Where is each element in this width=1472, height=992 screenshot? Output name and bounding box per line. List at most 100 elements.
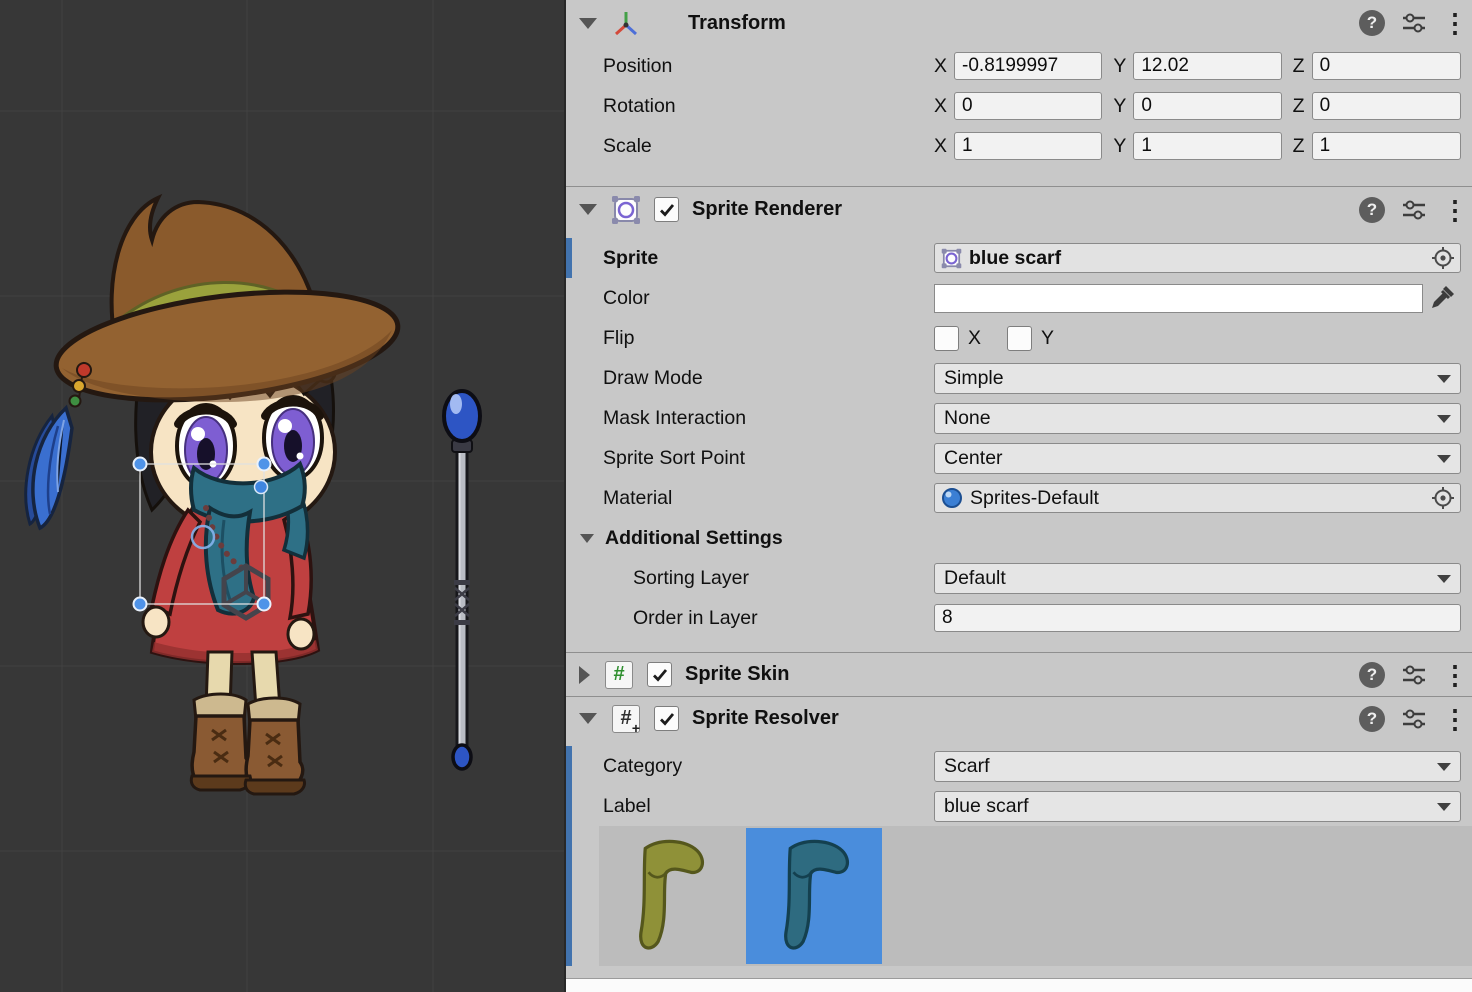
foldout-open-icon[interactable] (579, 204, 597, 215)
eyedropper-icon[interactable] (1423, 283, 1461, 314)
asset-preview-bar (566, 978, 1472, 992)
sprite-renderer-icon (610, 194, 642, 226)
kebab-menu-icon[interactable]: ⋮ (1442, 706, 1456, 732)
scene-canvas[interactable] (0, 0, 564, 992)
additional-settings-label: Additional Settings (605, 527, 783, 550)
label-dropdown[interactable]: blue scarf (934, 791, 1461, 822)
draw-mode-label: Draw Mode (566, 367, 934, 390)
material-object-field[interactable]: Sprites-Default (934, 483, 1461, 513)
sprite-sort-point-label: Sprite Sort Point (566, 447, 934, 470)
help-icon[interactable]: ? (1359, 662, 1385, 688)
material-icon (941, 487, 963, 509)
foldout-open-icon[interactable] (579, 18, 597, 29)
flip-x-label: X (968, 327, 981, 350)
preset-icon[interactable] (1401, 12, 1427, 34)
chevron-down-icon (1437, 415, 1451, 423)
chevron-down-icon (1437, 455, 1451, 463)
color-row: Color (566, 278, 1472, 318)
kebab-menu-icon[interactable]: ⋮ (1442, 197, 1456, 223)
rotation-x-input[interactable] (954, 92, 1102, 120)
sorting-layer-row: Sorting Layer Default (566, 558, 1472, 598)
character-sprite (26, 198, 404, 794)
enable-checkbox[interactable] (654, 197, 679, 222)
x-axis-label: X (934, 95, 947, 118)
color-label: Color (566, 287, 934, 310)
position-x-input[interactable] (954, 52, 1102, 80)
preset-icon[interactable] (1401, 664, 1427, 686)
scale-z-input[interactable] (1312, 132, 1461, 160)
scale-x-input[interactable] (954, 132, 1102, 160)
help-icon[interactable]: ? (1359, 706, 1385, 732)
scale-label: Scale (566, 135, 934, 158)
mask-interaction-row: Mask Interaction None (566, 398, 1472, 438)
sprite-resolver-icon: #+ (610, 703, 642, 735)
position-z-input[interactable] (1312, 52, 1461, 80)
scene-view[interactable] (0, 0, 564, 992)
sprite-renderer-header: Sprite Renderer ? ⋮ (566, 186, 1472, 232)
resolver-selection-indicator (566, 746, 572, 966)
green-scarf-thumbnail[interactable] (601, 828, 737, 964)
flip-label: Flip (566, 327, 934, 350)
sorting-layer-label: Sorting Layer (566, 567, 934, 590)
right-eye (264, 397, 322, 479)
object-picker-icon[interactable] (1431, 486, 1455, 510)
foldout-closed-icon[interactable] (579, 666, 590, 684)
kebab-menu-icon[interactable]: ⋮ (1442, 662, 1456, 688)
sprite-skin-header: # Sprite Skin ? ⋮ (566, 652, 1472, 696)
category-row: Category Scarf (566, 746, 1472, 786)
x-axis-label: X (934, 55, 947, 78)
position-y-input[interactable] (1133, 52, 1281, 80)
foldout-open-icon[interactable] (580, 534, 594, 543)
z-axis-label: Z (1293, 55, 1305, 78)
material-row: Material Sprites-Default (566, 478, 1472, 518)
rotation-y-input[interactable] (1133, 92, 1281, 120)
mask-interaction-dropdown[interactable]: None (934, 403, 1461, 434)
transform-header: Transform ? ⋮ (566, 0, 1472, 46)
sprite-sort-point-dropdown[interactable]: Center (934, 443, 1461, 474)
y-axis-label: Y (1113, 55, 1126, 78)
help-icon[interactable]: ? (1359, 10, 1385, 36)
sprite-icon (941, 248, 962, 269)
category-value: Scarf (944, 755, 990, 778)
rotation-z-input[interactable] (1312, 92, 1461, 120)
mask-interaction-value: None (944, 407, 991, 430)
kebab-menu-icon[interactable]: ⋮ (1442, 10, 1456, 36)
enable-checkbox[interactable] (654, 706, 679, 731)
order-in-layer-input[interactable] (934, 604, 1461, 632)
sprite-variant-strip (599, 826, 1472, 966)
color-swatch[interactable] (934, 284, 1423, 313)
material-label: Material (566, 487, 934, 510)
sprite-sort-point-row: Sprite Sort Point Center (566, 438, 1472, 478)
component-title: Sprite Resolver (692, 707, 839, 730)
staff-sprite (444, 391, 480, 769)
z-axis-label: Z (1293, 95, 1305, 118)
unity-editor: Transform ? ⋮ Position X Y Z Rotation X … (0, 0, 1472, 992)
flip-x-checkbox[interactable] (934, 326, 959, 351)
transform-icon (610, 7, 642, 39)
label-label: Label (566, 795, 934, 818)
chevron-down-icon (1437, 575, 1451, 583)
flip-y-checkbox[interactable] (1007, 326, 1032, 351)
enable-checkbox[interactable] (647, 662, 672, 687)
draw-mode-row: Draw Mode Simple (566, 358, 1472, 398)
help-icon[interactable]: ? (1359, 197, 1385, 223)
x-axis-label: X (934, 135, 947, 158)
selection-handle (134, 458, 147, 471)
scale-y-input[interactable] (1133, 132, 1281, 160)
draw-mode-dropdown[interactable]: Simple (934, 363, 1461, 394)
additional-settings-row: Additional Settings (566, 518, 1472, 558)
sprite-label: Sprite (566, 247, 934, 270)
mask-interaction-label: Mask Interaction (566, 407, 934, 430)
category-dropdown[interactable]: Scarf (934, 751, 1461, 782)
sorting-layer-dropdown[interactable]: Default (934, 563, 1461, 594)
selection-handle (134, 598, 147, 611)
foldout-open-icon[interactable] (579, 713, 597, 724)
sprite-skin-icon: # (603, 659, 635, 691)
preset-icon[interactable] (1401, 708, 1427, 730)
preset-icon[interactable] (1401, 199, 1427, 221)
object-picker-icon[interactable] (1431, 246, 1455, 270)
sprite-object-field[interactable]: blue scarf (934, 243, 1461, 273)
y-axis-label: Y (1113, 135, 1126, 158)
chevron-down-icon (1437, 763, 1451, 771)
blue-scarf-thumbnail[interactable] (746, 828, 882, 964)
